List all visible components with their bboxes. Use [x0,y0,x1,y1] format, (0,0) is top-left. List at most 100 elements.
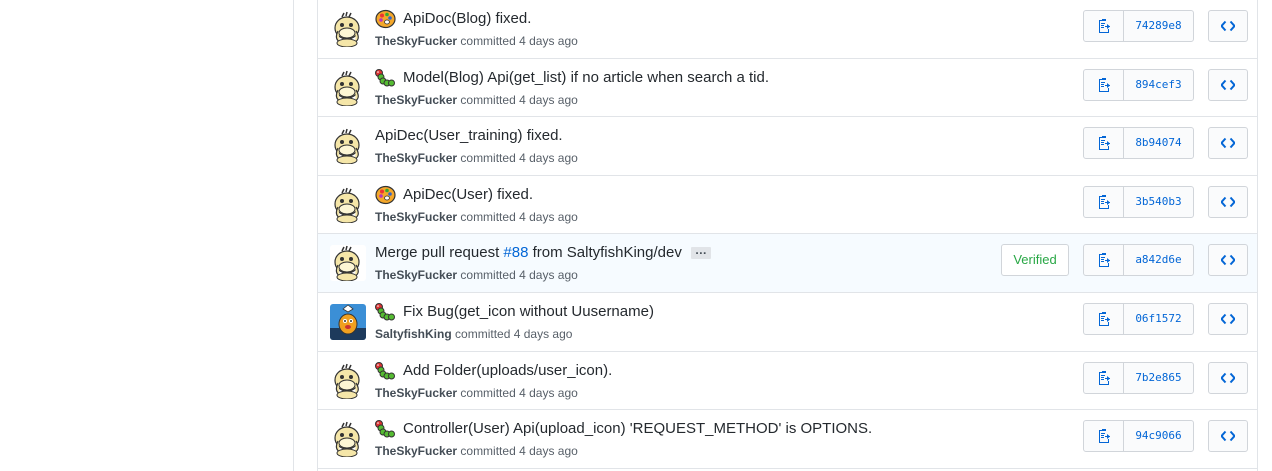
verified-badge[interactable]: Verified [1001,244,1069,277]
commit-sha-link[interactable]: 74289e8 [1124,11,1193,41]
commit-message[interactable]: Fix Bug(get_icon without Uusername) [403,302,654,322]
caterpillar-bug-icon [375,302,396,322]
commit-message[interactable]: Model(Blog) Api(get_list) if no article … [403,68,769,88]
author-avatar[interactable] [330,11,366,47]
code-icon [1221,138,1235,149]
commit-author[interactable]: TheSkyFucker [375,210,457,224]
commit-row: Fix Bug(get_icon without Uusername) Salt… [318,292,1257,352]
browse-repo-button[interactable] [1208,185,1248,218]
browse-repo-button[interactable] [1208,302,1248,335]
commit-message[interactable]: ApiDoc(Blog) fixed. [403,9,531,29]
browse-repo-button[interactable] [1208,420,1248,453]
commit-row: ApiDoc(Blog) fixed. TheSkyFucker committ… [318,0,1257,59]
sha-button-group: 06f1572 [1083,302,1194,335]
commit-sha-link[interactable]: 06f1572 [1124,304,1193,334]
sha-button-group: 894cef3 [1083,68,1194,101]
copy-sha-button[interactable] [1084,128,1124,159]
code-icon [1221,79,1235,90]
author-avatar[interactable] [330,303,366,340]
commit-row: ApiDec(User) fixed. TheSkyFucker committ… [318,175,1257,235]
relative-time: 4 days ago [519,444,578,459]
code-icon [1221,196,1235,207]
sha-button-group: 74289e8 [1083,10,1194,42]
committed-label: committed [460,268,516,283]
left-divider [293,0,294,471]
code-icon [1221,20,1235,32]
relative-time: 4 days ago [519,385,578,400]
commit-row: Merge pull request #88 from SaltyfishKin… [318,234,1257,293]
commit-author[interactable]: TheSkyFucker [375,93,457,107]
commit-author[interactable]: SaltyfishKing [375,327,452,341]
clipboard-icon [1098,77,1110,92]
relative-time: 4 days ago [519,209,578,224]
expand-message-button[interactable]: … [690,244,711,260]
commit-sha-link[interactable]: 894cef3 [1124,70,1193,100]
author-avatar[interactable] [330,362,366,399]
sha-button-group: a842d6e [1083,244,1194,277]
copy-sha-button[interactable] [1084,69,1124,100]
commit-author[interactable]: TheSkyFucker [375,268,457,282]
browse-repo-button[interactable] [1208,361,1248,394]
clipboard-icon [1098,136,1110,151]
browse-repo-button[interactable] [1208,10,1248,42]
code-icon [1221,430,1235,442]
commit-sha-link[interactable]: 8b94074 [1124,128,1193,158]
sha-button-group: 8b94074 [1083,127,1194,160]
pull-request-link[interactable]: #88 [503,243,528,263]
relative-time: 4 days ago [519,92,578,107]
commit-sha-link[interactable]: a842d6e [1124,245,1193,275]
commit-message[interactable]: Add Folder(uploads/user_icon). [403,361,612,381]
commit-message[interactable]: Controller(User) Api(upload_icon) 'REQUE… [403,419,872,439]
clipboard-icon [1098,311,1110,326]
artist-palette-icon [375,9,396,29]
commit-author[interactable]: TheSkyFucker [375,151,457,165]
author-avatar[interactable] [330,186,366,223]
committed-label: committed [455,326,511,341]
clipboard-icon [1098,370,1110,385]
commit-message[interactable]: ApiDec(User_training) fixed. [375,126,563,146]
committed-label: committed [460,209,516,224]
clipboard-icon [1098,429,1110,444]
browse-repo-button[interactable] [1208,127,1248,160]
artist-palette-icon [375,185,396,205]
browse-repo-button[interactable] [1208,68,1248,101]
commit-author[interactable]: TheSkyFucker [375,34,457,48]
copy-sha-button[interactable] [1084,421,1124,452]
committed-label: committed [460,92,516,107]
author-avatar[interactable] [330,245,366,282]
commit-sha-link[interactable]: 3b540b3 [1124,187,1193,217]
commit-author[interactable]: TheSkyFucker [375,444,457,458]
committed-label: committed [460,385,516,400]
commit-row: Model(Blog) Api(get_list) if no article … [318,58,1257,118]
committed-label: committed [460,444,516,459]
sha-button-group: 3b540b3 [1083,185,1194,218]
commit-author[interactable]: TheSkyFucker [375,386,457,400]
relative-time: 4 days ago [519,34,578,48]
copy-sha-button[interactable] [1084,186,1124,217]
commit-row: Add Folder(uploads/user_icon). TheSkyFuc… [318,351,1257,411]
relative-time: 4 days ago [513,326,573,341]
sha-button-group: 7b2e865 [1083,361,1194,394]
copy-sha-button[interactable] [1084,245,1124,276]
commit-sha-link[interactable]: 7b2e865 [1124,363,1193,393]
commit-message-suffix[interactable]: from SaltyfishKing/dev [528,243,682,263]
commit-message[interactable]: Merge pull request [375,243,503,263]
copy-sha-button[interactable] [1084,303,1124,334]
author-avatar[interactable] [330,128,366,165]
copy-sha-button[interactable] [1084,11,1124,41]
browse-repo-button[interactable] [1208,244,1248,277]
code-icon [1221,255,1235,266]
clipboard-icon [1098,253,1110,268]
commit-row: Controller(User) Api(upload_icon) 'REQUE… [318,410,1257,469]
author-avatar[interactable] [330,69,366,106]
code-icon [1221,313,1235,325]
commit-list: ApiDoc(Blog) fixed. TheSkyFucker committ… [317,0,1258,471]
caterpillar-bug-icon [375,419,396,439]
copy-sha-button[interactable] [1084,362,1124,393]
commit-message[interactable]: ApiDec(User) fixed. [403,185,533,205]
relative-time: 4 days ago [519,151,578,166]
commit-sha-link[interactable]: 94c9066 [1124,421,1193,451]
committed-label: committed [460,151,516,166]
caterpillar-bug-icon [375,68,396,88]
author-avatar[interactable] [330,421,366,458]
